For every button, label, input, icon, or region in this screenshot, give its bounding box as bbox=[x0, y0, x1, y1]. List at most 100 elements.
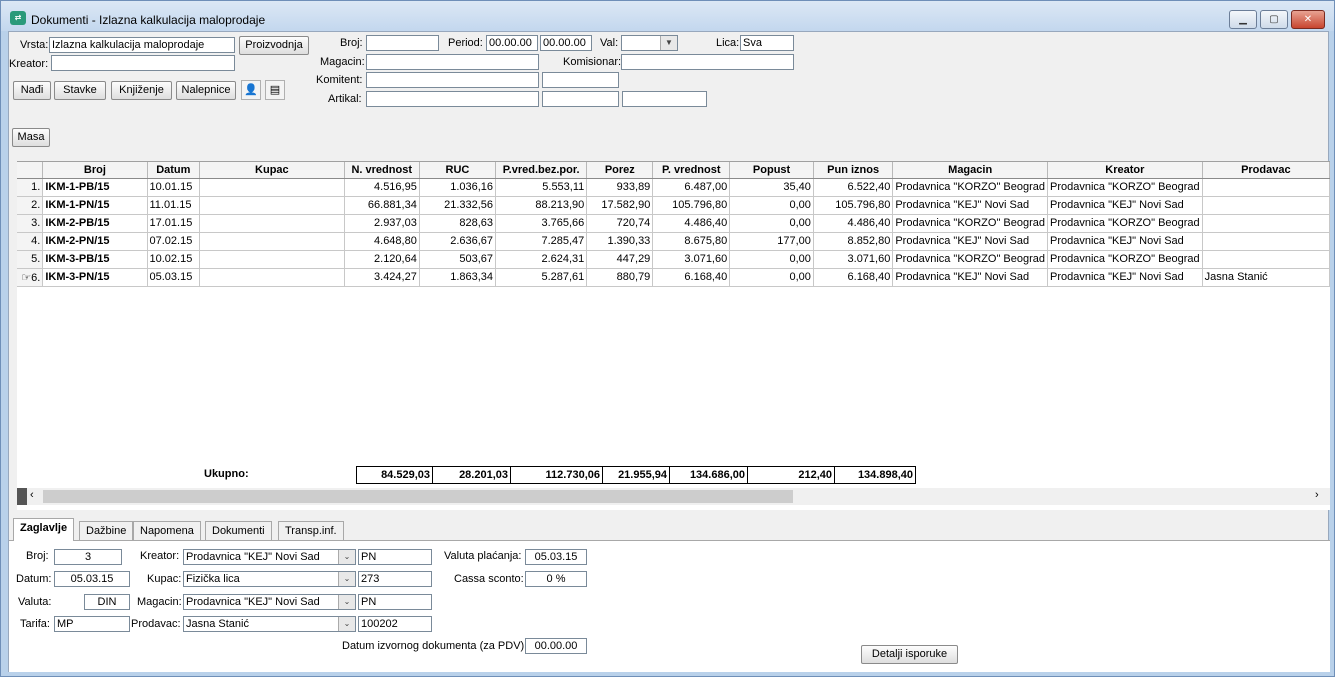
detail-datum-field[interactable]: 05.03.15 bbox=[54, 571, 130, 587]
cell-prodavac[interactable] bbox=[1202, 196, 1331, 215]
cell-porez[interactable]: 933,89 bbox=[586, 178, 654, 197]
cell-p-vred-bez-por[interactable]: 7.285,47 bbox=[495, 232, 588, 251]
cell-pun-iznos[interactable]: 6.168,40 bbox=[813, 268, 894, 287]
knjizenje-button[interactable]: Knjiženje bbox=[111, 81, 172, 100]
col-kupac[interactable]: Kupac bbox=[199, 162, 345, 179]
table-row[interactable]: 5. IKM-3-PB/15 10.02.15 2.120,64 503,67 … bbox=[17, 250, 1331, 269]
komitent-field[interactable] bbox=[366, 72, 539, 88]
cell-popust[interactable]: 35,40 bbox=[729, 178, 814, 197]
table-row[interactable]: 1. IKM-1-PB/15 10.01.15 4.516,95 1.036,1… bbox=[17, 178, 1331, 197]
cell-p-vrednost[interactable]: 8.675,80 bbox=[652, 232, 731, 251]
datum-izvornog-field[interactable]: 00.00.00 bbox=[525, 638, 587, 654]
cell-n-vrednost[interactable]: 2.937,03 bbox=[344, 214, 420, 233]
scroll-right-icon[interactable]: › bbox=[1315, 489, 1319, 501]
nadji-button[interactable]: Nađi bbox=[13, 81, 51, 100]
cell-ruc[interactable]: 828,63 bbox=[419, 214, 497, 233]
cell-datum[interactable]: 07.02.15 bbox=[147, 232, 201, 251]
cell-porez[interactable]: 1.390,33 bbox=[586, 232, 654, 251]
artikal-field-2[interactable] bbox=[542, 91, 619, 107]
cell-kupac[interactable] bbox=[199, 232, 345, 251]
chevron-down-icon[interactable]: ▼ bbox=[660, 36, 677, 50]
user-info-icon[interactable]: 👤 bbox=[241, 80, 261, 100]
col-kreator[interactable]: Kreator bbox=[1047, 162, 1203, 179]
table-row[interactable]: 4. IKM-2-PN/15 07.02.15 4.648,80 2.636,6… bbox=[17, 232, 1331, 251]
chevron-down-icon[interactable]: ⌄ bbox=[338, 595, 355, 609]
komitent-field-2[interactable] bbox=[542, 72, 619, 88]
cell-kreator[interactable]: Prodavnica "KEJ" Novi Sad bbox=[1047, 268, 1203, 287]
cell-prodavac[interactable] bbox=[1202, 214, 1331, 233]
cell-porez[interactable]: 447,29 bbox=[586, 250, 654, 269]
cell-porez[interactable]: 720,74 bbox=[586, 214, 654, 233]
detalji-isporuke-button[interactable]: Detalji isporuke bbox=[861, 645, 958, 664]
cell-popust[interactable]: 0,00 bbox=[729, 268, 814, 287]
cell-kreator[interactable]: Prodavnica "KEJ" Novi Sad bbox=[1047, 232, 1203, 251]
col-broj[interactable]: Broj bbox=[42, 162, 148, 179]
chevron-down-icon[interactable]: ⌄ bbox=[338, 617, 355, 631]
col-ruc[interactable]: RUC bbox=[419, 162, 497, 179]
detail-magacin-code[interactable]: PN bbox=[358, 594, 432, 610]
cell-popust[interactable]: 0,00 bbox=[729, 250, 814, 269]
kreator-field[interactable] bbox=[51, 55, 235, 71]
cell-datum[interactable]: 10.01.15 bbox=[147, 178, 201, 197]
detail-prodavac-dropdown[interactable]: Jasna Stanić ⌄ bbox=[183, 616, 356, 632]
vrsta-field[interactable]: Izlazna kalkulacija maloprodaje bbox=[49, 37, 235, 53]
table-row[interactable]: 3. IKM-2-PB/15 17.01.15 2.937,03 828,63 … bbox=[17, 214, 1331, 233]
col-n-vrednost[interactable]: N. vrednost bbox=[344, 162, 420, 179]
tab-dokumenti[interactable]: Dokumenti bbox=[205, 521, 272, 540]
detail-tarifa-field[interactable]: MP bbox=[54, 616, 130, 632]
cell-p-vrednost[interactable]: 105.796,80 bbox=[652, 196, 731, 215]
nalepnice-button[interactable]: Nalepnice bbox=[176, 81, 236, 100]
cell-broj[interactable]: IKM-2-PN/15 bbox=[42, 232, 148, 251]
detail-valuta-field[interactable]: DIN bbox=[84, 594, 130, 610]
cell-broj[interactable]: IKM-1-PN/15 bbox=[42, 196, 148, 215]
cell-popust[interactable]: 0,00 bbox=[729, 214, 814, 233]
col-prodavac[interactable]: Prodavac bbox=[1202, 162, 1331, 179]
col-porez[interactable]: Porez bbox=[586, 162, 654, 179]
cell-n-vrednost[interactable]: 3.424,27 bbox=[344, 268, 420, 287]
tab-zaglavlje[interactable]: Zaglavlje bbox=[13, 518, 75, 541]
cell-pun-iznos[interactable]: 3.071,60 bbox=[813, 250, 894, 269]
cell-prodavac[interactable] bbox=[1202, 232, 1331, 251]
cell-p-vred-bez-por[interactable]: 5.287,61 bbox=[495, 268, 588, 287]
cell-p-vred-bez-por[interactable]: 88.213,90 bbox=[495, 196, 588, 215]
col-datum[interactable]: Datum bbox=[147, 162, 201, 179]
cell-magacin[interactable]: Prodavnica "KEJ" Novi Sad bbox=[892, 196, 1048, 215]
cell-p-vred-bez-por[interactable]: 5.553,11 bbox=[495, 178, 588, 197]
cell-porez[interactable]: 17.582,90 bbox=[586, 196, 654, 215]
table-row[interactable]: 2. IKM-1-PN/15 11.01.15 66.881,34 21.332… bbox=[17, 196, 1331, 215]
cell-porez[interactable]: 880,79 bbox=[586, 268, 654, 287]
cell-kreator[interactable]: Prodavnica "KORZO" Beograd bbox=[1047, 250, 1203, 269]
cell-broj[interactable]: IKM-3-PN/15 bbox=[42, 268, 148, 287]
close-icon[interactable]: ✕ bbox=[1291, 10, 1325, 29]
maximize-icon[interactable]: ▢ bbox=[1260, 10, 1288, 29]
detail-kupac-dropdown[interactable]: Fizička lica ⌄ bbox=[183, 571, 356, 587]
cell-n-vrednost[interactable]: 66.881,34 bbox=[344, 196, 420, 215]
cell-ruc[interactable]: 2.636,67 bbox=[419, 232, 497, 251]
cell-n-vrednost[interactable]: 4.648,80 bbox=[344, 232, 420, 251]
col-p-vred-bez-por[interactable]: P.vred.bez.por. bbox=[495, 162, 588, 179]
cell-p-vrednost[interactable]: 4.486,40 bbox=[652, 214, 731, 233]
cell-popust[interactable]: 0,00 bbox=[729, 196, 814, 215]
lica-field[interactable]: Sva bbox=[740, 35, 794, 51]
detail-broj-field[interactable]: 3 bbox=[54, 549, 122, 565]
col-popust[interactable]: Popust bbox=[729, 162, 814, 179]
broj-field[interactable] bbox=[366, 35, 439, 51]
col-magacin[interactable]: Magacin bbox=[892, 162, 1048, 179]
detail-kupac-code[interactable]: 273 bbox=[358, 571, 432, 587]
cell-p-vred-bez-por[interactable]: 2.624,31 bbox=[495, 250, 588, 269]
cell-p-vrednost[interactable]: 3.071,60 bbox=[652, 250, 731, 269]
cell-magacin[interactable]: Prodavnica "KEJ" Novi Sad bbox=[892, 232, 1048, 251]
chevron-down-icon[interactable]: ⌄ bbox=[338, 572, 355, 586]
tab-transp-inf[interactable]: Transp.inf. bbox=[278, 521, 344, 540]
horizontal-scrollbar[interactable]: ‹ › bbox=[17, 488, 1330, 505]
cell-ruc[interactable]: 1.863,34 bbox=[419, 268, 497, 287]
masa-button[interactable]: Masa bbox=[12, 128, 50, 147]
col-p-vrednost[interactable]: P. vrednost bbox=[652, 162, 731, 179]
cell-datum[interactable]: 10.02.15 bbox=[147, 250, 201, 269]
cell-n-vrednost[interactable]: 2.120,64 bbox=[344, 250, 420, 269]
cell-kupac[interactable] bbox=[199, 214, 345, 233]
cell-kreator[interactable]: Prodavnica "KORZO" Beograd bbox=[1047, 214, 1203, 233]
period-to-field[interactable]: 00.00.00 bbox=[540, 35, 592, 51]
cell-pun-iznos[interactable]: 105.796,80 bbox=[813, 196, 894, 215]
cell-magacin[interactable]: Prodavnica "KEJ" Novi Sad bbox=[892, 268, 1048, 287]
